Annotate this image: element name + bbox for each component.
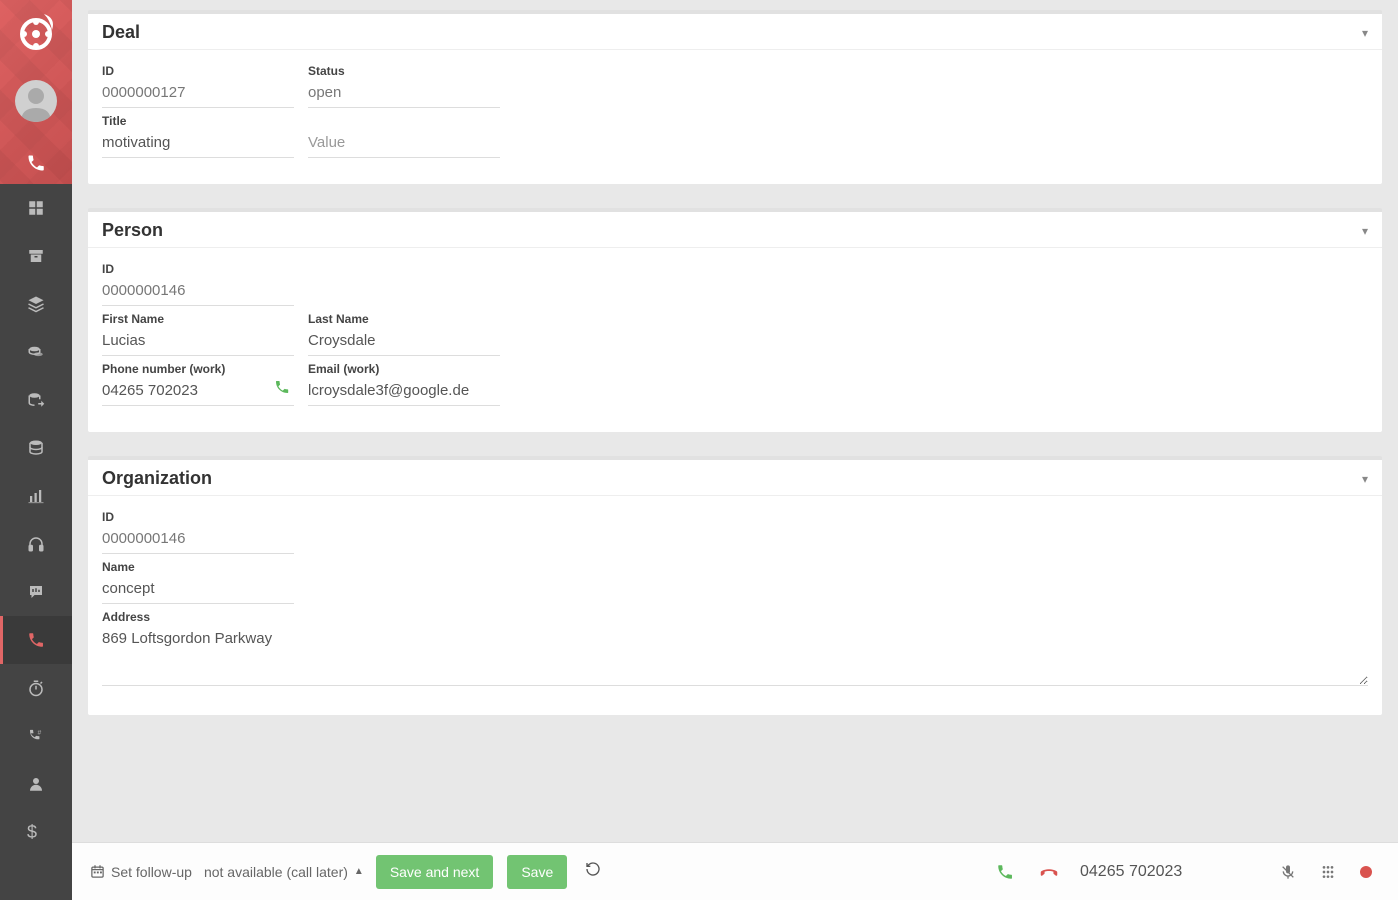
- deal-id-label: ID: [102, 64, 294, 78]
- person-phone-label: Phone number (work): [102, 362, 294, 376]
- person-panel-header[interactable]: Person ▾: [88, 212, 1382, 248]
- nav-dollar[interactable]: $: [0, 808, 72, 856]
- app-logo: [12, 10, 60, 58]
- nav-user[interactable]: [0, 760, 72, 808]
- nav-archive[interactable]: [0, 232, 72, 280]
- call-button[interactable]: [992, 859, 1018, 885]
- nav-headphones[interactable]: [0, 520, 72, 568]
- org-address-label: Address: [102, 610, 1368, 624]
- person-firstname-input[interactable]: [102, 328, 294, 356]
- undo-icon: [585, 861, 601, 877]
- main: Deal ▾ ID 0000000127 Status open Title: [72, 0, 1398, 900]
- mute-button[interactable]: [1276, 860, 1300, 884]
- person-id-label: ID: [102, 262, 294, 276]
- org-name-label: Name: [102, 560, 294, 574]
- chevron-down-icon[interactable]: ▾: [1362, 224, 1368, 238]
- phone-hangup-icon: [1038, 861, 1060, 883]
- nav-phone[interactable]: [0, 616, 72, 664]
- sidebar: # $: [0, 0, 72, 900]
- nav-stopwatch[interactable]: [0, 664, 72, 712]
- person-lastname-input[interactable]: [308, 328, 500, 356]
- chevron-down-icon[interactable]: ▾: [1362, 472, 1368, 486]
- dialpad-icon: [1320, 864, 1336, 880]
- nav-db-export[interactable]: [0, 376, 72, 424]
- person-id-value: 0000000146: [102, 278, 294, 306]
- org-name-input[interactable]: [102, 576, 294, 604]
- save-button[interactable]: Save: [507, 855, 567, 889]
- nav-dashboard[interactable]: [0, 184, 72, 232]
- record-button[interactable]: [1356, 862, 1376, 882]
- chevron-down-icon[interactable]: ▾: [1362, 26, 1368, 40]
- sidebar-top: [0, 0, 72, 184]
- avatar[interactable]: [15, 80, 57, 122]
- svg-text:#: #: [38, 730, 42, 737]
- deal-status-label: Status: [308, 64, 500, 78]
- deal-title-label: Title: [102, 114, 294, 128]
- deal-title-input[interactable]: [102, 130, 294, 158]
- person-title: Person: [102, 220, 163, 241]
- deal-status-value: open: [308, 80, 500, 108]
- phone-icon: [996, 863, 1014, 881]
- followup-label: Set follow-up: [90, 864, 192, 880]
- hangup-button[interactable]: [1034, 857, 1064, 887]
- footer: Set follow-up not available (call later)…: [72, 842, 1398, 900]
- calendar-icon: [90, 864, 105, 879]
- person-phone-input[interactable]: [102, 378, 294, 406]
- phone-call-icon[interactable]: [274, 379, 290, 398]
- person-email-input[interactable]: [308, 378, 500, 406]
- person-email-label: Email (work): [308, 362, 500, 376]
- sidebar-nav: # $: [0, 184, 72, 900]
- organization-panel: Organization ▾ ID 0000000146 Name: [88, 456, 1382, 715]
- mic-mute-icon: [1280, 864, 1296, 880]
- deal-panel-header[interactable]: Deal ▾: [88, 14, 1382, 50]
- org-address-textarea[interactable]: [102, 626, 1368, 686]
- record-icon: [1360, 866, 1372, 878]
- undo-button[interactable]: [579, 855, 607, 888]
- person-lastname-label: Last Name: [308, 312, 500, 326]
- deal-id-value: 0000000127: [102, 80, 294, 108]
- nav-database[interactable]: [0, 424, 72, 472]
- person-panel: Person ▾ ID 0000000146 First Name Last N…: [88, 208, 1382, 432]
- nav-phone-hash[interactable]: #: [0, 712, 72, 760]
- phone-number-input[interactable]: [1080, 863, 1260, 881]
- deal-panel: Deal ▾ ID 0000000127 Status open Title: [88, 10, 1382, 184]
- call-controls: [992, 857, 1376, 887]
- content: Deal ▾ ID 0000000127 Status open Title: [72, 0, 1398, 842]
- nav-stacks[interactable]: [0, 280, 72, 328]
- chevron-up-icon: ▲: [354, 866, 364, 877]
- organization-panel-header[interactable]: Organization ▾: [88, 460, 1382, 496]
- deal-value-input[interactable]: [308, 130, 500, 158]
- organization-title: Organization: [102, 468, 212, 489]
- outcome-dropdown[interactable]: not available (call later) ▲: [204, 864, 364, 880]
- nav-bar-chart[interactable]: [0, 472, 72, 520]
- nav-chat[interactable]: [0, 568, 72, 616]
- sidebar-phone-badge[interactable]: [0, 142, 72, 184]
- dialpad-button[interactable]: [1316, 860, 1340, 884]
- org-id-value: 0000000146: [102, 526, 294, 554]
- org-id-label: ID: [102, 510, 294, 524]
- person-firstname-label: First Name: [102, 312, 294, 326]
- deal-title: Deal: [102, 22, 140, 43]
- nav-coins[interactable]: [0, 328, 72, 376]
- save-and-next-button[interactable]: Save and next: [376, 855, 494, 889]
